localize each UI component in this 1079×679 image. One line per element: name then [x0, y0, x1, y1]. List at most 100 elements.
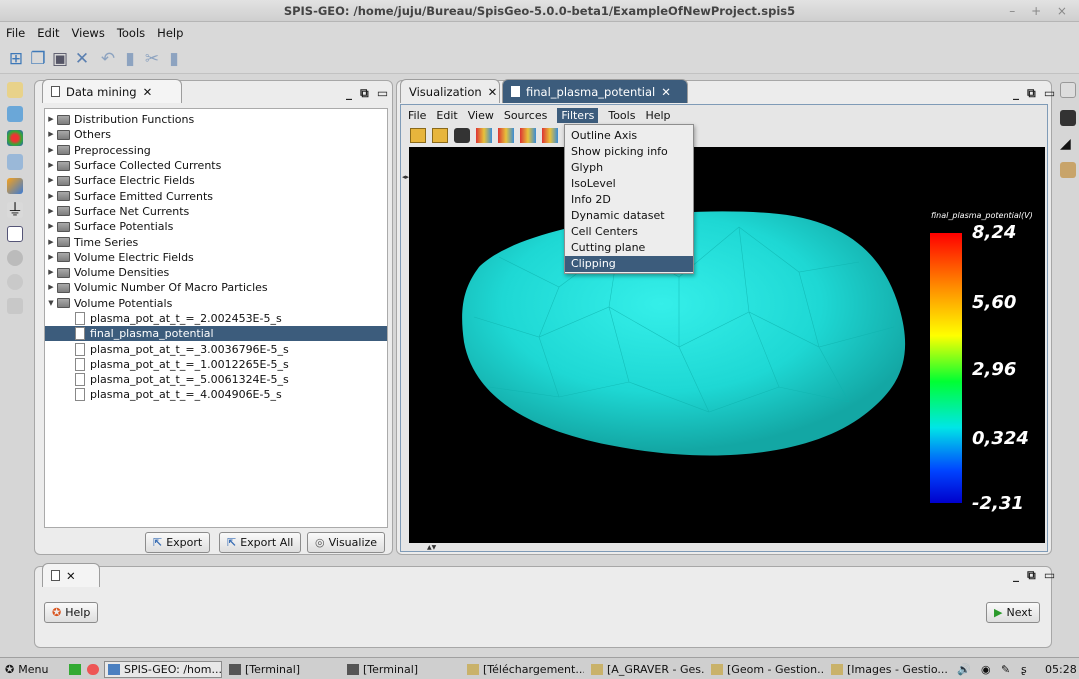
expand-right-icon[interactable]: ▶: [45, 235, 57, 250]
expand-right-icon[interactable]: ▶: [45, 173, 57, 188]
filters-menu-item[interactable]: Show picking info: [565, 144, 693, 160]
close-tab-icon[interactable]: ✕: [143, 85, 153, 99]
filters-menu-item[interactable]: Outline Axis: [565, 128, 693, 144]
viewer-menu-edit[interactable]: Edit: [436, 109, 457, 122]
taskbar-window-button[interactable]: [A_GRAVER - Ges...: [588, 661, 704, 678]
close-tab-icon[interactable]: ✕: [488, 85, 498, 99]
open-folder-icon[interactable]: [410, 128, 426, 143]
panel-icon[interactable]: [1060, 82, 1076, 98]
view-y-icon[interactable]: [498, 128, 514, 143]
tree-folder[interactable]: ▶ Others: [45, 127, 387, 142]
camera-icon[interactable]: [454, 128, 470, 143]
taskbar-window-button[interactable]: [Téléchargement...: [464, 661, 584, 678]
cut-icon[interactable]: ✂: [142, 49, 162, 69]
taskbar-window-button[interactable]: SPIS-GEO: /hom...: [104, 661, 222, 678]
filters-menu-item[interactable]: Cell Centers: [565, 224, 693, 240]
search-icon[interactable]: [7, 274, 23, 290]
viewer-menu-view[interactable]: View: [468, 109, 494, 122]
taskbar-window-button[interactable]: [Images - Gestio...: [828, 661, 948, 678]
close-tab-icon[interactable]: ✕: [661, 85, 671, 99]
filters-menu-item[interactable]: Clipping: [565, 256, 693, 272]
tab-wizard[interactable]: ✕: [42, 563, 100, 587]
view-z-icon[interactable]: [520, 128, 536, 143]
close-tab-icon[interactable]: ✕: [66, 569, 76, 583]
panel-window-controls[interactable]: _ ⧉ ▭: [1013, 86, 1057, 101]
panel-window-controls[interactable]: _ ⧉ ▭: [346, 86, 390, 101]
tree-folder[interactable]: ▶ Time Series: [45, 234, 387, 249]
tree-file[interactable]: plasma_pot_at_t_=_1.0012265E-5_s: [45, 357, 387, 372]
tree-folder[interactable]: ▶ Preprocessing: [45, 143, 387, 158]
undo-icon[interactable]: ↶: [98, 49, 118, 69]
render-canvas[interactable]: final_plasma_potential(V) 8,24 5,60 2,96…: [409, 147, 1045, 543]
open-project-icon[interactable]: ❐: [28, 49, 48, 69]
viewer-menu-tools[interactable]: Tools: [608, 109, 635, 122]
close-icon[interactable]: ✕: [72, 49, 92, 69]
menu-help[interactable]: Help: [157, 26, 183, 40]
export-button[interactable]: ⇱ Export: [145, 532, 211, 553]
tree-file[interactable]: plasma_pot_at_t_=_2.002453E-5_s: [45, 311, 387, 326]
taskbar-window-button[interactable]: [Geom - Gestion...: [708, 661, 824, 678]
tree-file[interactable]: plasma_pot_at_t_=_4.004906E-5_s: [45, 387, 387, 402]
browser-icon[interactable]: [84, 661, 102, 678]
expand-right-icon[interactable]: ▶: [45, 204, 57, 219]
tree-folder[interactable]: ▶ Volume Electric Fields: [45, 250, 387, 265]
update-icon[interactable]: ʂ: [1018, 661, 1030, 678]
filters-menu-item[interactable]: IsoLevel: [565, 176, 693, 192]
viewer-menu-file[interactable]: File: [408, 109, 426, 122]
next-button[interactable]: ▶ Next: [986, 602, 1041, 623]
taskbar-window-button[interactable]: [Terminal]: [344, 661, 460, 678]
network-icon[interactable]: ◉: [978, 661, 994, 678]
tree-file[interactable]: plasma_pot_at_t_=_5.0061324E-5_s: [45, 372, 387, 387]
expand-right-icon[interactable]: ▶: [45, 250, 57, 265]
tree-folder[interactable]: ▶ Surface Net Currents: [45, 204, 387, 219]
volume-icon[interactable]: 🔊: [954, 661, 974, 678]
tab-data-mining[interactable]: Data mining ✕: [42, 79, 182, 103]
filters-menu-item[interactable]: Info 2D: [565, 192, 693, 208]
tree-folder[interactable]: ▶ Distribution Functions: [45, 112, 387, 127]
filters-menu-item[interactable]: Cutting plane: [565, 240, 693, 256]
groups-icon[interactable]: [7, 130, 23, 146]
tree-folder[interactable]: ▶ Surface Potentials: [45, 219, 387, 234]
new-project-icon[interactable]: ⊞: [6, 49, 26, 69]
gear-icon[interactable]: [7, 250, 23, 266]
visualize-button[interactable]: ◎ Visualize: [307, 532, 386, 553]
expand-right-icon[interactable]: ▶: [45, 143, 57, 158]
geometry-icon[interactable]: [7, 106, 23, 122]
menu-tools[interactable]: Tools: [117, 26, 145, 40]
tree-file[interactable]: plasma_pot_at_t_=_3.0036796E-5_s: [45, 341, 387, 356]
expand-right-icon[interactable]: ▶: [45, 189, 57, 204]
tree-folder[interactable]: ▶ Volumic Number Of Macro Particles: [45, 280, 387, 295]
taskbar-window-button[interactable]: [Terminal]: [226, 661, 340, 678]
tree-file[interactable]: final_plasma_potential: [45, 326, 387, 342]
expand-down-icon[interactable]: ▼: [45, 296, 57, 311]
viewer-menu-help[interactable]: Help: [645, 109, 670, 122]
ground-icon[interactable]: ⏚: [7, 202, 23, 218]
expand-right-icon[interactable]: ▶: [45, 127, 57, 142]
window-controls[interactable]: – + ×: [1009, 4, 1073, 18]
start-menu[interactable]: ✪ Menu: [2, 661, 51, 678]
help-button[interactable]: ✪ Help: [44, 602, 99, 623]
paste-icon[interactable]: ▮: [164, 49, 184, 69]
viewer-menu-sources[interactable]: Sources: [504, 109, 548, 122]
mesh-icon[interactable]: [7, 154, 23, 170]
grid-icon[interactable]: [7, 226, 23, 242]
tree-folder[interactable]: ▼ Volume Potentials: [45, 296, 387, 311]
expand-right-icon[interactable]: ▶: [45, 265, 57, 280]
export-all-button[interactable]: ⇱ Export All: [219, 532, 302, 553]
terminal-icon[interactable]: [1060, 110, 1076, 126]
splitter-handle[interactable]: ◂▸: [402, 173, 409, 193]
expand-right-icon[interactable]: ▶: [45, 112, 57, 127]
tree-folder[interactable]: ▶ Volume Densities: [45, 265, 387, 280]
menu-edit[interactable]: Edit: [37, 26, 59, 40]
properties-icon[interactable]: [7, 178, 23, 194]
panel-window-controls[interactable]: _ ⧉ ▭: [1013, 568, 1057, 583]
expand-right-icon[interactable]: ▶: [45, 219, 57, 234]
show-desktop-icon[interactable]: [66, 661, 84, 678]
tree-folder[interactable]: ▶ Surface Collected Currents: [45, 158, 387, 173]
expand-right-icon[interactable]: ▶: [45, 280, 57, 295]
redo-icon[interactable]: ▮: [120, 49, 140, 69]
filters-menu-item[interactable]: Glyph: [565, 160, 693, 176]
tree-folder[interactable]: ▶ Surface Electric Fields: [45, 173, 387, 188]
view-x-icon[interactable]: [476, 128, 492, 143]
save-icon[interactable]: ▣: [50, 49, 70, 69]
